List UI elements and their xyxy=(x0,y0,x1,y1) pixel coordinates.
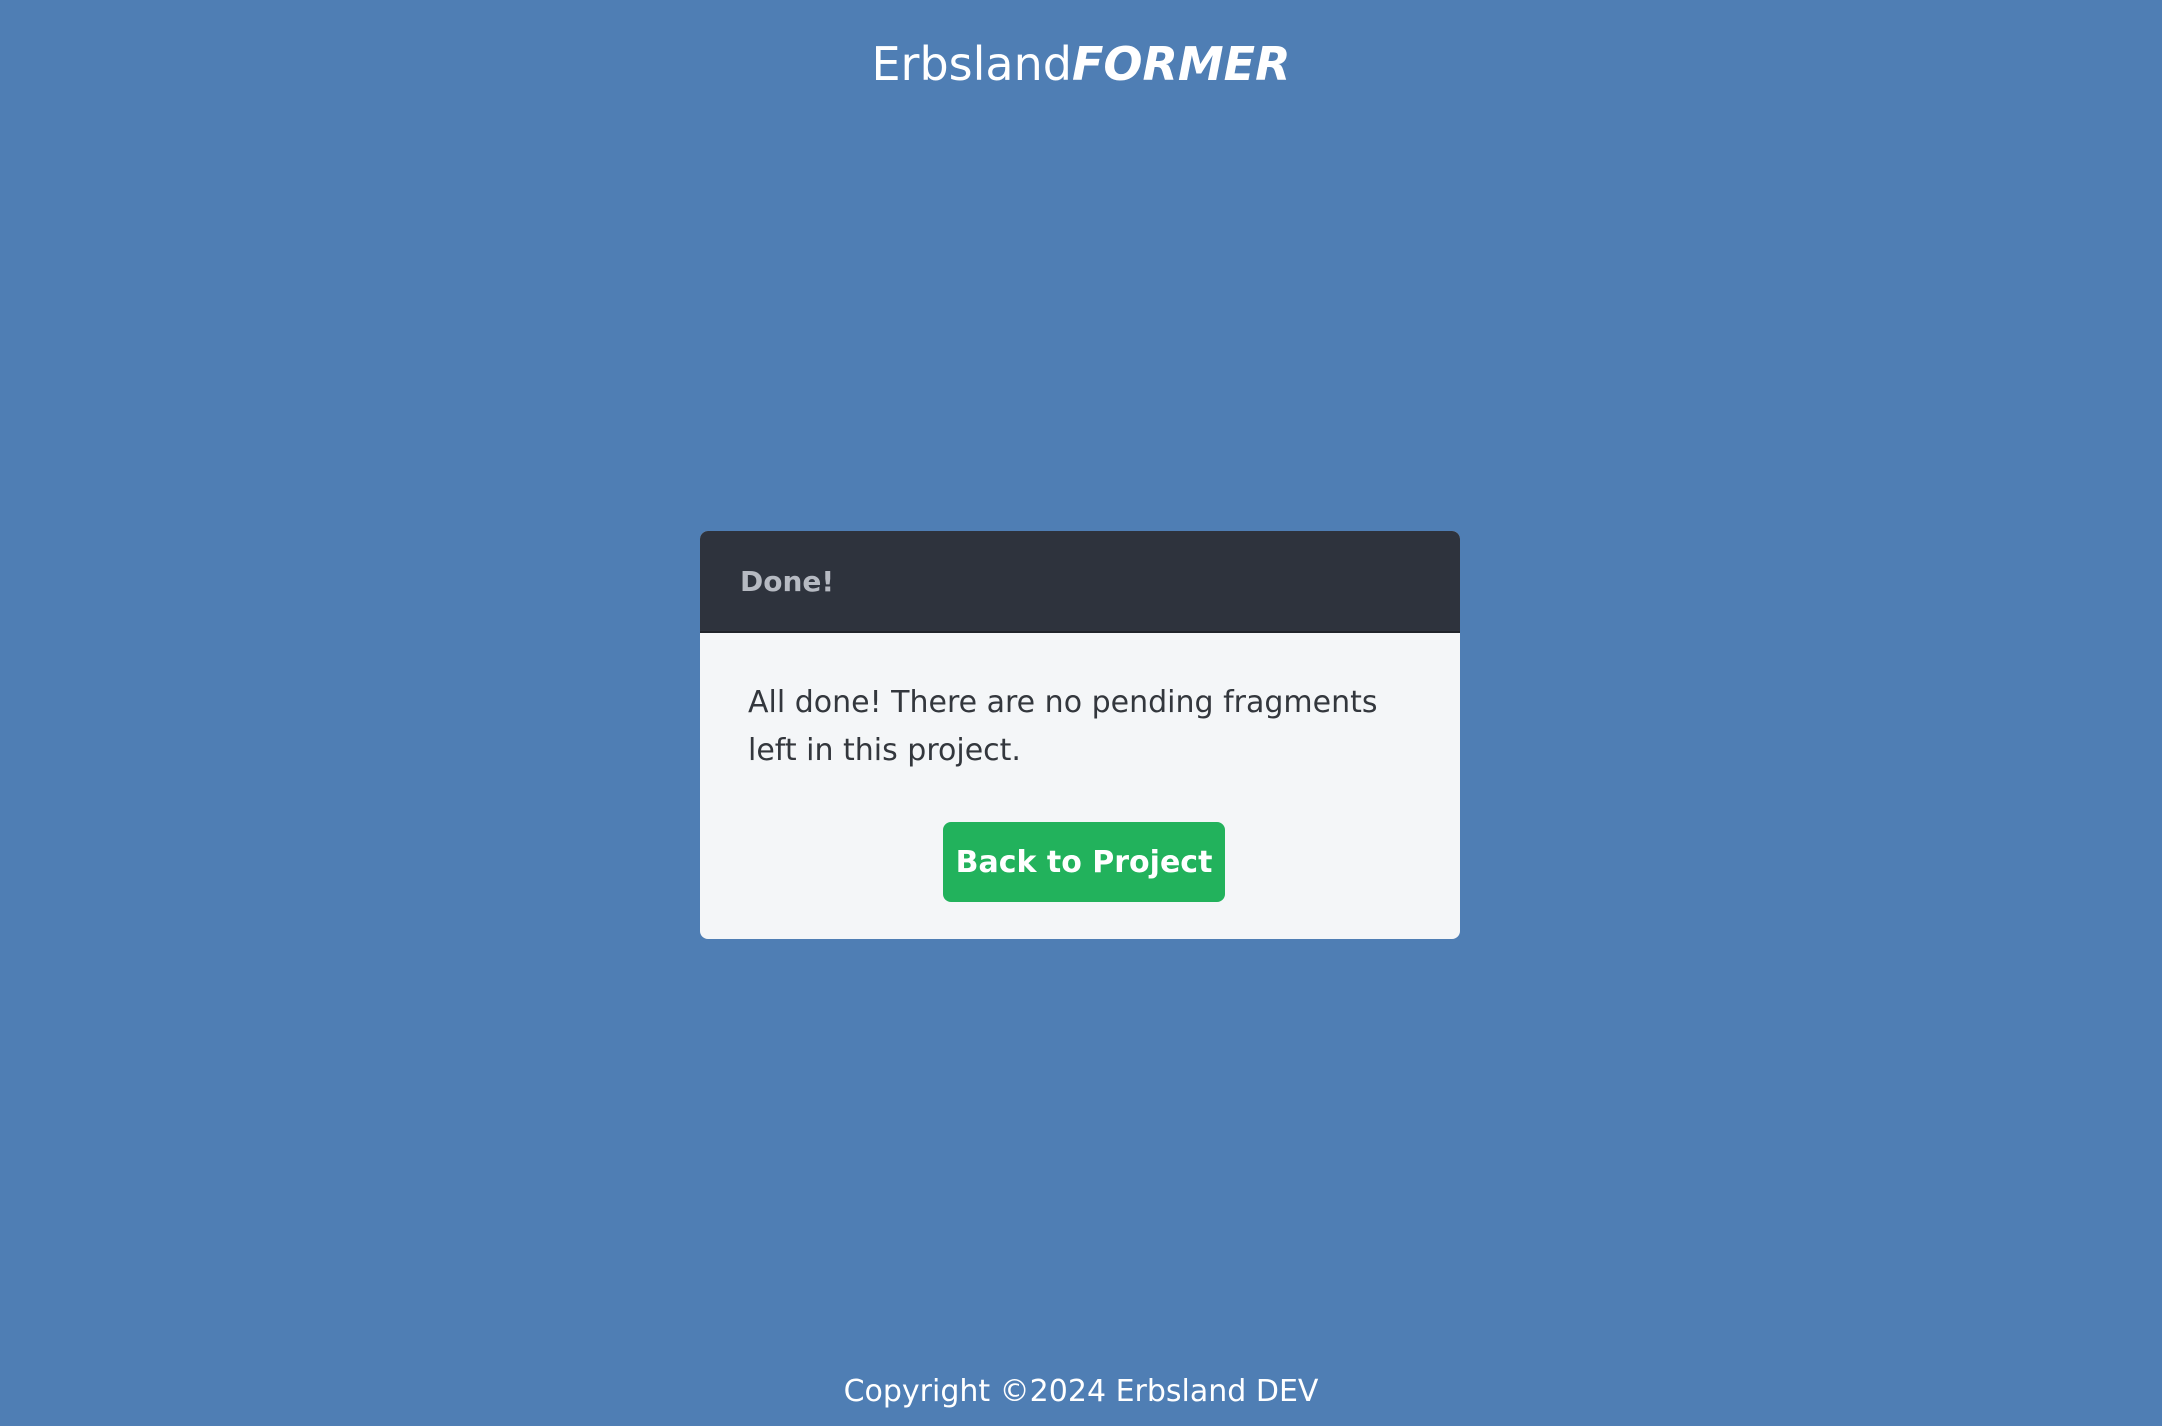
copyright-footer: Copyright ©2024 Erbsland DEV xyxy=(843,1374,1319,1409)
back-to-project-button[interactable]: Back to Project xyxy=(943,822,1225,902)
dialog-header: Done! xyxy=(700,531,1460,633)
brand-suffix: FORMER xyxy=(1071,37,1291,91)
dialog-title: Done! xyxy=(740,564,835,598)
dialog-actions: Back to Project xyxy=(748,822,1420,902)
brand-logo: ErbslandFORMER xyxy=(0,34,2162,94)
dialog-body: All done! There are no pending fragments… xyxy=(700,633,1460,902)
dialog-message: All done! There are no pending fragments… xyxy=(748,685,1378,768)
completion-dialog: Done! All done! There are no pending fra… xyxy=(700,531,1460,939)
brand-prefix: Erbsland xyxy=(871,37,1072,91)
